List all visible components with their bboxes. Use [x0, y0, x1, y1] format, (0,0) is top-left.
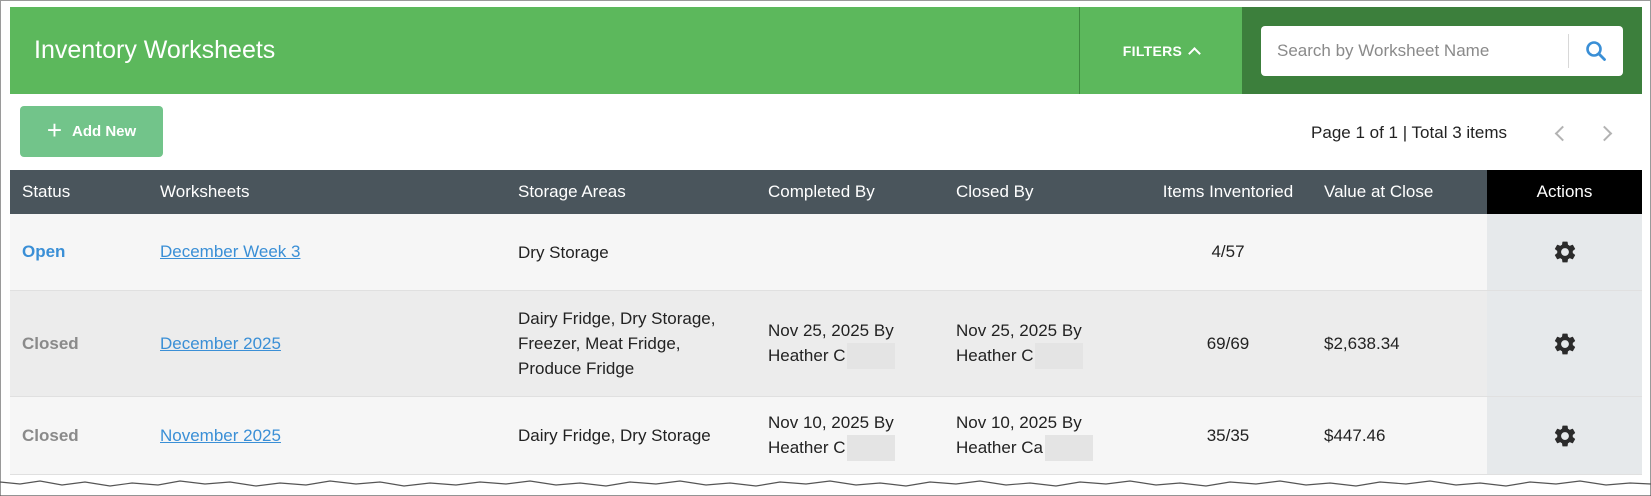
worksheet-link[interactable]: November 2025 — [160, 426, 281, 446]
gear-icon — [1554, 425, 1575, 446]
table-row: Closed November 2025 Dairy Fridge, Dry S… — [10, 397, 1642, 475]
prev-page-button[interactable] — [1545, 118, 1575, 148]
items-inventoried-cell: 35/35 — [1206, 425, 1250, 445]
closed-by-cell — [956, 214, 1144, 290]
status-cell: Closed — [10, 397, 160, 474]
completed-name: Heather C — [768, 345, 846, 365]
actions-cell — [1487, 397, 1642, 474]
table-row: Open December Week 3 Dry Storage 4/57 — [10, 214, 1642, 291]
value-at-close-cell: $447.46 — [1324, 425, 1386, 445]
items-inventoried-cell: 4/57 — [1211, 242, 1245, 261]
search-icon — [1586, 40, 1606, 61]
completed-date: Nov 10, 2025 By — [768, 412, 894, 432]
closed-by-cell: Nov 25, 2025 By Heather C — [956, 291, 1144, 396]
add-new-label: Add New — [72, 123, 137, 140]
storage-area-line: Dairy Fridge, Dry Storage, — [518, 309, 716, 328]
storage-area-line: Produce Fridge — [518, 359, 635, 378]
chevron-right-icon — [1596, 125, 1612, 141]
page-title: Inventory Worksheets — [34, 36, 276, 64]
worksheets-table: Status Worksheets Storage Areas Complete… — [10, 170, 1642, 475]
status-badge: Closed — [22, 333, 79, 353]
status-badge: Closed — [22, 425, 79, 445]
status-cell: Open — [10, 214, 160, 290]
torn-edge-decoration — [0, 480, 1651, 496]
actions-cell — [1487, 291, 1642, 396]
pagination: Page 1 of 1 | Total 3 items — [1311, 118, 1621, 148]
column-header-status[interactable]: Status — [10, 170, 160, 214]
actions-cell — [1487, 214, 1642, 290]
gear-icon — [1554, 241, 1575, 263]
header-title-area: Inventory Worksheets — [10, 7, 1079, 94]
value-at-close-cell — [1312, 214, 1487, 290]
table-row: Closed December 2025 Dairy Fridge, Dry S… — [10, 291, 1642, 397]
storage-areas-cell: Dry Storage — [518, 214, 768, 290]
pagination-summary: Page 1 of 1 | Total 3 items — [1311, 123, 1507, 142]
table-header: Status Worksheets Storage Areas Complete… — [10, 170, 1642, 214]
items-inventoried-cell: 69/69 — [1206, 333, 1250, 353]
column-header-worksheets[interactable]: Worksheets — [160, 170, 518, 214]
storage-area-line: Dairy Fridge, Dry Storage — [518, 426, 711, 445]
storage-area-line: Freezer, Meat Fridge, — [518, 334, 681, 353]
worksheet-cell: December Week 3 — [160, 214, 518, 290]
chevron-up-icon — [1188, 46, 1202, 60]
status-badge: Open — [22, 242, 66, 261]
completed-by-cell: Nov 10, 2025 By Heather C — [768, 397, 956, 474]
column-header-completed-by[interactable]: Completed By — [768, 170, 956, 214]
redaction-block — [1044, 435, 1093, 462]
worksheet-link[interactable]: December Week 3 — [160, 242, 300, 262]
status-cell: Closed — [10, 291, 160, 396]
gear-icon — [1554, 333, 1575, 354]
redaction-block — [847, 435, 896, 462]
completed-date: Nov 25, 2025 By — [768, 320, 894, 340]
storage-areas-cell: Dairy Fridge, Dry Storage, Freezer, Meat… — [518, 291, 768, 396]
search-button[interactable] — [1569, 27, 1623, 75]
closed-name: Heather Ca — [956, 437, 1043, 457]
column-header-closed-by[interactable]: Closed By — [956, 170, 1144, 214]
plus-icon: + — [46, 115, 62, 145]
worksheet-cell: December 2025 — [160, 291, 518, 396]
closed-date: Nov 25, 2025 By — [956, 320, 1082, 340]
storage-area-line: Dry Storage — [518, 242, 609, 262]
worksheet-cell: November 2025 — [160, 397, 518, 474]
worksheet-link[interactable]: December 2025 — [160, 334, 281, 354]
value-at-close-cell: $2,638.34 — [1324, 333, 1400, 353]
column-header-actions: Actions — [1487, 170, 1642, 214]
redaction-block — [847, 343, 896, 370]
add-new-button[interactable]: + Add New — [20, 106, 163, 157]
chevron-left-icon — [1554, 125, 1570, 141]
search-area — [1242, 7, 1642, 94]
completed-name: Heather C — [768, 437, 846, 457]
completed-by-cell: Nov 25, 2025 By Heather C — [768, 291, 956, 396]
search-box — [1261, 25, 1623, 76]
closed-name: Heather C — [956, 345, 1034, 365]
row-actions-button[interactable] — [1552, 423, 1578, 449]
redaction-block — [1035, 343, 1084, 370]
page-header: Inventory Worksheets FILTERS — [10, 7, 1642, 94]
closed-by-cell: Nov 10, 2025 By Heather Ca — [956, 397, 1144, 474]
completed-by-cell — [768, 214, 956, 290]
storage-areas-cell: Dairy Fridge, Dry Storage — [518, 397, 768, 474]
filters-toggle-button[interactable]: FILTERS — [1079, 7, 1242, 94]
column-header-items-inventoried[interactable]: Items Inventoried — [1144, 170, 1312, 214]
next-page-button[interactable] — [1591, 118, 1621, 148]
row-actions-button[interactable] — [1552, 239, 1578, 265]
column-header-storage-areas[interactable]: Storage Areas — [518, 170, 768, 214]
filters-label: FILTERS — [1122, 42, 1183, 59]
column-header-value-at-close[interactable]: Value at Close — [1312, 170, 1487, 214]
row-actions-button[interactable] — [1552, 331, 1578, 357]
search-input[interactable] — [1261, 26, 1568, 75]
closed-date: Nov 10, 2025 By — [956, 412, 1082, 432]
